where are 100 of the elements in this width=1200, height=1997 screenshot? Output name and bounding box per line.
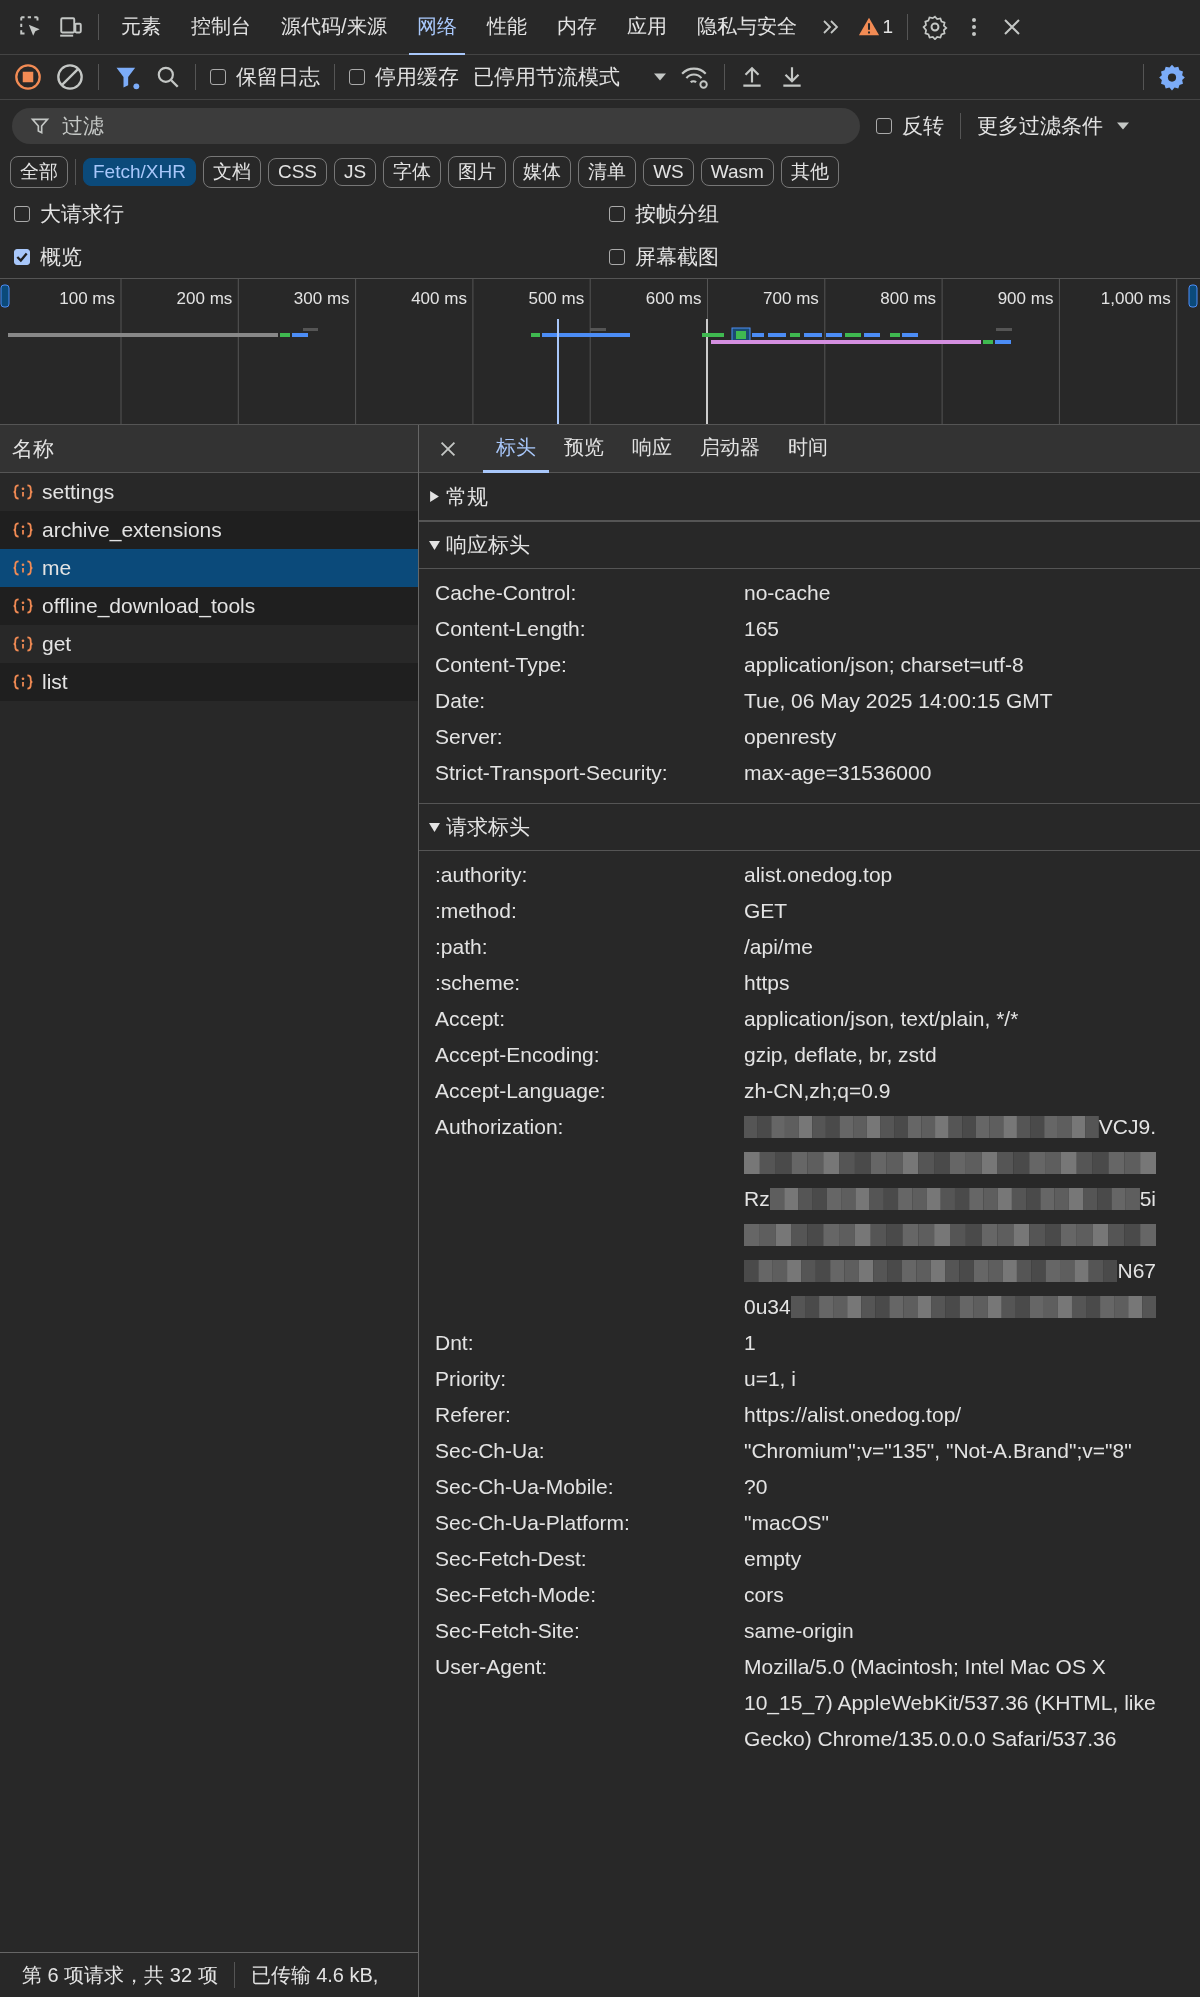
type-filter-chip[interactable]: 全部 [10, 156, 68, 188]
request-row[interactable]: archive_extensions [0, 511, 418, 549]
settings-icon[interactable] [1158, 63, 1186, 91]
section-header[interactable]: 常规 [419, 473, 1200, 521]
record-icon[interactable] [14, 63, 42, 91]
panel-tab[interactable]: 控制台 [183, 0, 259, 55]
section-header[interactable]: 响应标头 [419, 521, 1200, 569]
header-value: zh-CN,zh;q=0.9 [744, 1078, 892, 1104]
panel-tab[interactable]: 内存 [548, 0, 605, 55]
checkbox[interactable] [349, 69, 365, 85]
header-value: Tue, 06 May 2025 14:00:15 GMT [744, 688, 1054, 714]
checkbox[interactable] [609, 248, 625, 265]
header-name: Accept: [435, 1006, 507, 1032]
header-value: application/json; charset=utf-8 [744, 652, 1025, 678]
header-value: 5i [1139, 1186, 1156, 1212]
header-value: https [744, 970, 791, 996]
header-name: :scheme: [435, 970, 522, 996]
disclosure-triangle-icon [429, 821, 440, 833]
checkbox[interactable] [14, 248, 30, 265]
type-filter-chip[interactable]: JS [334, 158, 377, 186]
checkbox[interactable] [210, 69, 226, 85]
tick-label: 800 ms [880, 289, 937, 308]
tick-label: 700 ms [763, 289, 819, 308]
type-filter-chip[interactable]: 字体 [383, 156, 442, 188]
filter-icon [30, 116, 50, 136]
header-value: max-age=31536000 [744, 760, 933, 786]
panel-tab[interactable]: 网络 [408, 0, 465, 55]
type-filter-chip[interactable]: WS [643, 158, 694, 186]
throttling-dropdown[interactable]: 已停用节流模式 [473, 63, 666, 91]
fetch-icon [12, 559, 34, 577]
filter-field[interactable]: 过滤 [12, 108, 860, 144]
search-icon[interactable] [155, 64, 181, 90]
transfer-size: 已传输 4.6 kB, [250, 1962, 379, 1988]
tick-label: 600 ms [645, 289, 702, 308]
header-value: application/json, text/plain, */* [744, 1006, 1020, 1032]
request-row[interactable]: me [0, 549, 418, 587]
tick-label: 500 ms [528, 289, 585, 308]
header-name: Sec-Ch-Ua: [435, 1438, 546, 1464]
type-filter-chip[interactable]: Fetch/XHR [83, 158, 196, 186]
type-filter-chip[interactable]: 媒体 [513, 156, 572, 188]
detail-tab[interactable]: 标头 [483, 424, 549, 473]
detail-tab[interactable]: 启动器 [687, 424, 773, 473]
type-filter-chip[interactable]: Wasm [700, 158, 774, 186]
type-filter-chip[interactable]: 文档 [202, 156, 261, 188]
detail-tab[interactable]: 时间 [775, 424, 841, 473]
request-row[interactable]: offline_download_tools [0, 587, 418, 625]
type-filter-chip[interactable]: CSS [267, 158, 327, 186]
header-name: Accept-Encoding: [435, 1042, 601, 1068]
caret-icon [1117, 122, 1129, 130]
checkbox-label: 保留日志 [236, 64, 320, 90]
header-value: /api/me [744, 934, 814, 960]
header-name: Sec-Fetch-Site: [435, 1618, 581, 1644]
type-filter-chip[interactable]: 图片 [448, 156, 507, 188]
header-name: Accept-Language: [435, 1078, 607, 1104]
range-handle[interactable] [1188, 284, 1198, 308]
panel-tab[interactable]: 隐私与安全 [688, 0, 805, 55]
request-name: offline_download_tools [42, 594, 256, 618]
header-name: Authorization: [435, 1114, 565, 1140]
disclosure-triangle-icon [429, 539, 440, 551]
tick-label: 200 ms [176, 289, 233, 308]
clear-icon[interactable] [56, 63, 84, 91]
header-value: no-cache [744, 580, 832, 606]
request-row[interactable]: list [0, 663, 418, 701]
device-icon[interactable] [58, 14, 84, 40]
checkbox[interactable] [876, 118, 892, 134]
checkbox[interactable] [14, 205, 30, 222]
settings-icon[interactable] [922, 14, 949, 40]
column-header[interactable]: 名称 [0, 425, 418, 473]
header-name: Content-Length: [435, 616, 587, 642]
checkbox[interactable] [609, 205, 625, 222]
more-filters-dropdown[interactable]: 更多过滤条件 [977, 112, 1129, 140]
detail-tab[interactable]: 预览 [551, 424, 617, 473]
checkbox-label: 屏幕截图 [635, 243, 719, 270]
checkbox-label: 概览 [40, 243, 82, 270]
tick-label: 900 ms [997, 289, 1054, 308]
header-name: Strict-Transport-Security: [435, 760, 669, 786]
header-name: Cache-Control: [435, 580, 578, 606]
header-value: N67 [1117, 1258, 1156, 1284]
detail-tab[interactable]: 响应 [619, 424, 685, 473]
panel-tab[interactable]: 应用 [618, 0, 675, 55]
panel-tab[interactable]: 性能 [478, 0, 535, 55]
tick-label: 400 ms [411, 289, 467, 308]
header-name: Referer: [435, 1402, 512, 1428]
request-name: me [42, 556, 72, 580]
request-row[interactable]: get [0, 625, 418, 663]
header-name: :authority: [435, 862, 529, 888]
section-header[interactable]: 请求标头 [419, 803, 1200, 851]
header-name: Sec-Fetch-Mode: [435, 1582, 598, 1608]
range-handle[interactable] [0, 284, 10, 308]
type-filter-chip[interactable]: 清单 [578, 156, 637, 188]
fetch-icon [12, 673, 34, 691]
type-filter-chip[interactable]: 其他 [780, 156, 839, 188]
header-name: User-Agent: [435, 1654, 549, 1680]
header-value: VCJ9. [1098, 1114, 1156, 1140]
panel-tab[interactable]: 元素 [113, 0, 169, 55]
request-name: list [42, 670, 68, 694]
tick-label: 100 ms [59, 289, 115, 308]
header-value: 1 [744, 1330, 757, 1356]
request-row[interactable]: settings [0, 473, 418, 511]
panel-tab[interactable]: 源代码/来源 [273, 0, 395, 55]
